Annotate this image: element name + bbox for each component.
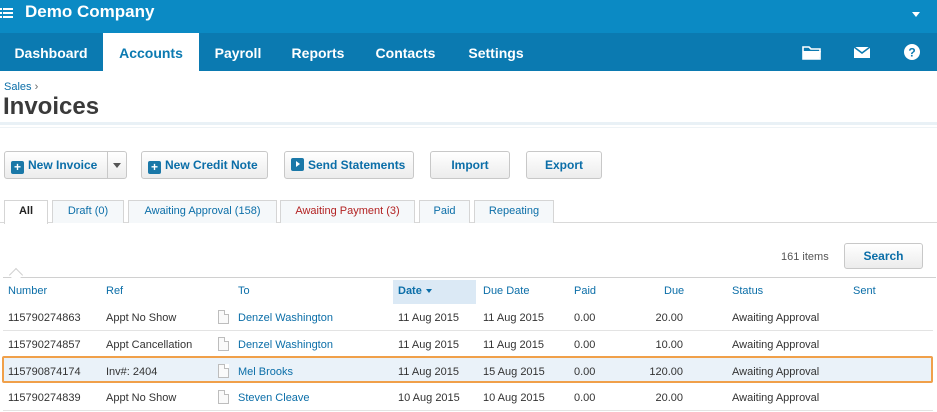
company-name[interactable]: Demo Company <box>25 2 154 22</box>
cell-due: 120.00 <box>649 366 683 378</box>
svg-text:?: ? <box>908 46 915 60</box>
column-header-to[interactable]: To <box>238 285 250 297</box>
send-statements-button[interactable]: Send Statements <box>284 151 414 179</box>
column-header-date[interactable]: Date <box>398 285 432 297</box>
new-credit-note-button[interactable]: + New Credit Note <box>141 151 268 179</box>
cell-due-date: 11 Aug 2015 <box>483 312 544 324</box>
column-header-number[interactable]: Number <box>8 285 47 297</box>
nav-dashboard[interactable]: Dashboard <box>0 33 102 71</box>
cell-ref: Appt No Show <box>106 312 177 324</box>
tab-awaiting-payment[interactable]: Awaiting Payment (3) <box>280 200 415 223</box>
items-count: 161 items <box>781 251 829 263</box>
divider <box>0 127 937 128</box>
new-invoice-button[interactable]: + New Invoice <box>4 151 108 179</box>
cell-paid: 0.00 <box>574 366 596 378</box>
column-header-status[interactable]: Status <box>732 285 763 297</box>
document-icon[interactable] <box>218 310 229 324</box>
cell-ref: Appt Cancellation <box>106 339 193 351</box>
cell-ref: Appt No Show <box>106 392 177 404</box>
sort-desc-icon <box>425 289 432 293</box>
new-credit-note-label: New Credit Note <box>165 158 258 172</box>
new-invoice-dropdown[interactable] <box>107 151 127 179</box>
cell-due-date: 15 Aug 2015 <box>483 366 545 378</box>
cell-date: 11 Aug 2015 <box>398 366 459 378</box>
cell-date: 11 Aug 2015 <box>398 312 459 324</box>
cell-paid: 0.00 <box>574 339 596 351</box>
table-header-divider <box>3 277 936 278</box>
breadcrumb: Sales › <box>4 81 38 93</box>
cell-number: 115790274857 <box>8 339 81 351</box>
nav-accounts[interactable]: Accounts <box>103 33 199 71</box>
cell-date: 10 Aug 2015 <box>398 392 460 404</box>
cell-status: Awaiting Approval <box>732 366 820 378</box>
document-icon[interactable] <box>218 364 229 378</box>
cell-to[interactable]: Denzel Washington <box>238 339 333 351</box>
cell-due-date: 11 Aug 2015 <box>483 339 544 351</box>
new-invoice-label: New Invoice <box>28 158 98 172</box>
folder-icon[interactable] <box>802 43 822 61</box>
cell-due: 20.00 <box>655 312 683 324</box>
cell-number: 115790274839 <box>8 392 81 404</box>
cell-ref: Inv#: 2404 <box>106 366 158 378</box>
import-button[interactable]: Import <box>430 151 510 179</box>
top-bar: Demo Company <box>0 0 937 33</box>
mail-icon[interactable] <box>852 43 872 61</box>
table-row[interactable]: 115790274857 Appt Cancellation Denzel Wa… <box>3 332 933 358</box>
cell-due-date: 10 Aug 2015 <box>483 392 545 404</box>
plus-icon: + <box>148 161 161 174</box>
breadcrumb-sales[interactable]: Sales <box>4 81 32 93</box>
document-icon[interactable] <box>218 337 229 351</box>
cell-status: Awaiting Approval <box>732 312 820 324</box>
column-header-sent[interactable]: Sent <box>853 285 876 297</box>
cell-to[interactable]: Mel Brooks <box>238 366 293 378</box>
send-statements-label: Send Statements <box>308 158 406 172</box>
breadcrumb-separator: › <box>34 81 39 93</box>
column-header-ref[interactable]: Ref <box>106 285 123 297</box>
nav-settings[interactable]: Settings <box>452 33 540 71</box>
menu-icon[interactable] <box>0 6 15 20</box>
column-header-due-date[interactable]: Due Date <box>483 285 529 297</box>
cell-to[interactable]: Steven Cleave <box>238 392 310 404</box>
tab-draft[interactable]: Draft (0) <box>52 200 124 223</box>
cell-due: 10.00 <box>655 339 683 351</box>
document-icon[interactable] <box>218 390 229 404</box>
column-header-paid[interactable]: Paid <box>574 285 596 297</box>
plus-icon: + <box>11 161 24 174</box>
cell-number: 115790274863 <box>8 312 81 324</box>
chevron-down-icon[interactable] <box>912 12 920 17</box>
table-header-pointer <box>8 267 24 283</box>
help-icon[interactable]: ? <box>902 43 922 61</box>
tab-paid[interactable]: Paid <box>419 200 470 223</box>
nav-reports[interactable]: Reports <box>277 33 359 71</box>
main-nav: Dashboard Accounts Payroll Reports Conta… <box>0 33 937 71</box>
column-header-date-label: Date <box>398 285 422 297</box>
cell-paid: 0.00 <box>574 392 596 404</box>
cell-to[interactable]: Denzel Washington <box>238 312 333 324</box>
page-title: Invoices <box>3 93 100 120</box>
search-button[interactable]: Search <box>844 243 923 269</box>
cell-status: Awaiting Approval <box>732 392 820 404</box>
cell-number: 115790874174 <box>8 366 81 378</box>
tab-awaiting-approval[interactable]: Awaiting Approval (158) <box>128 200 277 223</box>
cell-paid: 0.00 <box>574 312 596 324</box>
cell-status: Awaiting Approval <box>732 339 820 351</box>
cell-due: 20.00 <box>655 392 683 404</box>
cell-date: 11 Aug 2015 <box>398 339 459 351</box>
export-button[interactable]: Export <box>526 151 602 179</box>
table-row[interactable]: 115790274863 Appt No Show Denzel Washing… <box>3 305 933 331</box>
tab-all[interactable]: All <box>4 200 48 224</box>
table-row-selected[interactable]: 115790874174 Inv#: 2404 Mel Brooks 11 Au… <box>2 356 933 383</box>
divider <box>0 122 937 125</box>
send-arrow-icon <box>291 158 304 171</box>
table-row[interactable]: 115790274839 Appt No Show Steven Cleave … <box>3 385 933 411</box>
tab-repeating[interactable]: Repeating <box>474 200 554 223</box>
nav-payroll[interactable]: Payroll <box>199 33 277 71</box>
nav-contacts[interactable]: Contacts <box>359 33 452 71</box>
column-header-due[interactable]: Due <box>664 285 684 297</box>
